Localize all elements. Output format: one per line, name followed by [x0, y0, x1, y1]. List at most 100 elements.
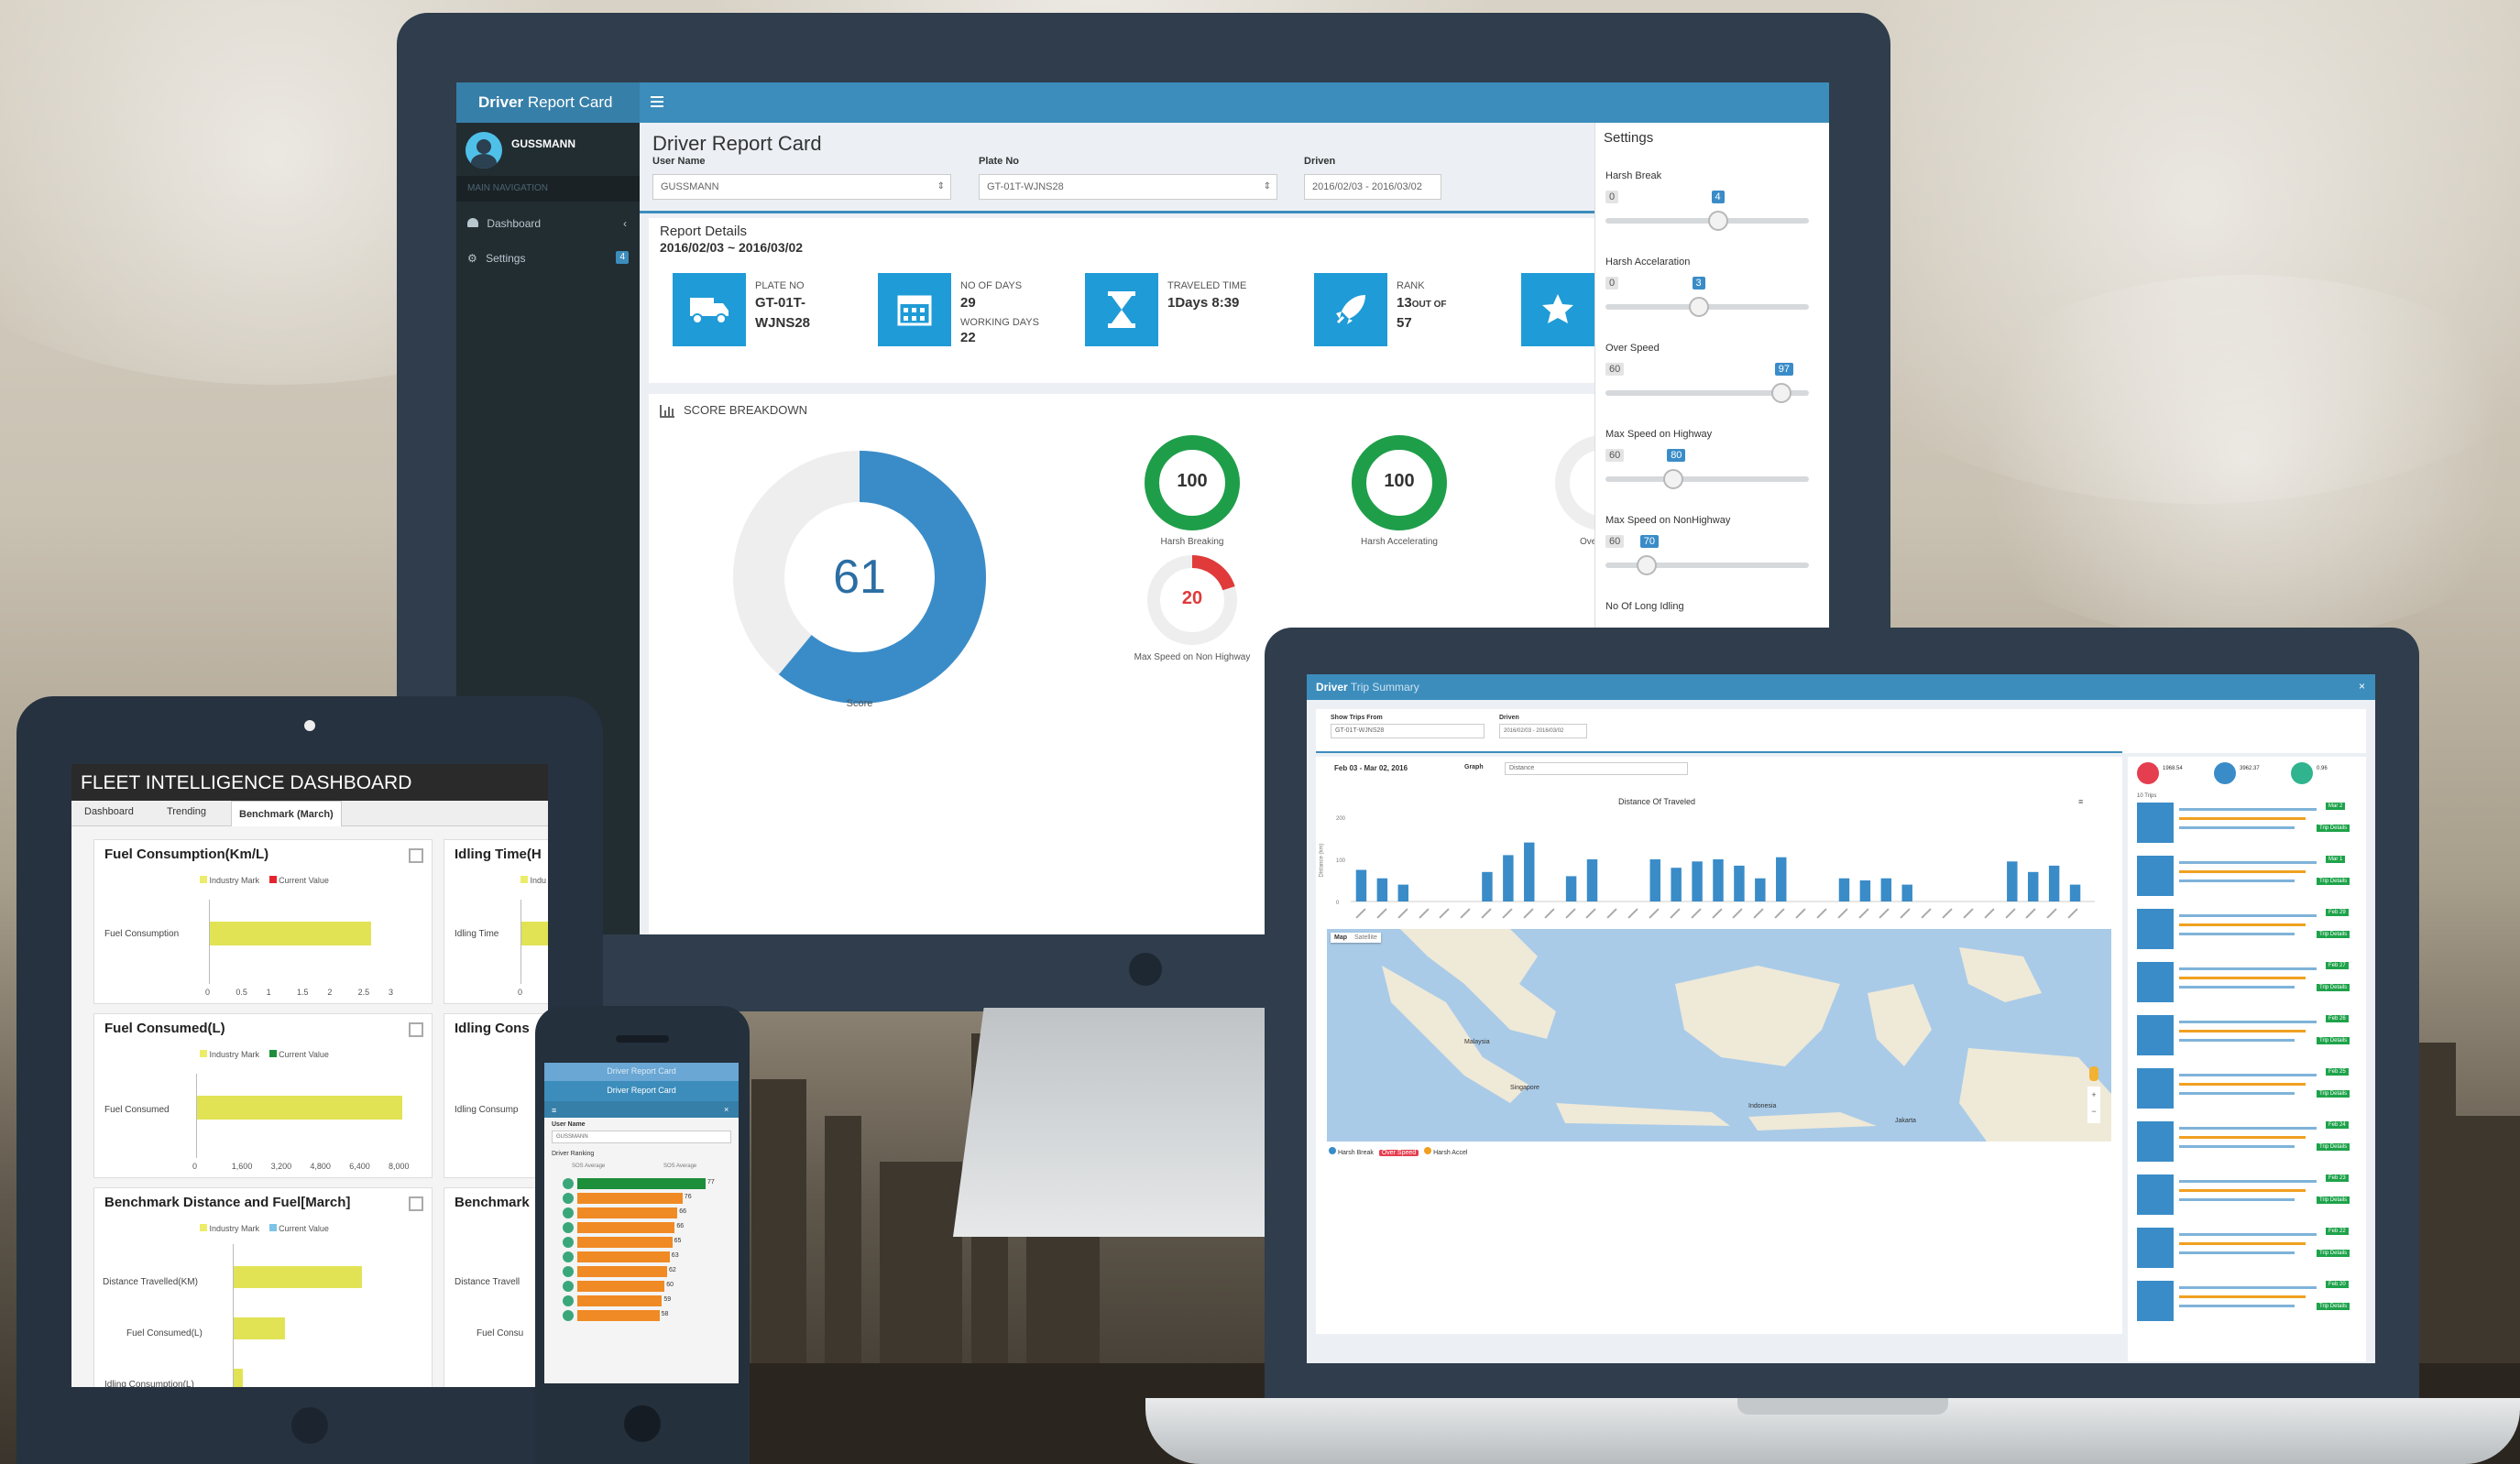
distance-bar[interactable] — [2027, 871, 2039, 901]
chart-row-label: Distance Travell — [455, 1277, 520, 1287]
driven-date-range-input[interactable]: 2016/02/03 - 2016/03/02 — [1304, 174, 1441, 200]
rank-value: 60 — [666, 1282, 674, 1288]
distance-bar[interactable] — [2007, 861, 2018, 901]
slider-track[interactable] — [1605, 476, 1809, 482]
sidebar-item-settings[interactable]: ⚙ Settings 4 — [456, 242, 640, 275]
plate-no-select[interactable]: GT-01T-WJNS28 ⇕ — [979, 174, 1277, 200]
copy-icon[interactable] — [409, 1196, 423, 1211]
settings-list: Harsh Break 0 4 Harsh Accelaration 0 3 Over Sp… — [1594, 170, 1829, 702]
distance-bar[interactable] — [1503, 855, 1514, 901]
rank-bar[interactable] — [577, 1281, 665, 1292]
distance-bar[interactable] — [1671, 868, 1682, 901]
distance-bar[interactable] — [1901, 884, 1912, 901]
chart-bar — [210, 922, 371, 945]
laptop-brand[interactable]: Driver Trip Summary — [1316, 681, 1419, 694]
distance-bar[interactable] — [1692, 861, 1703, 901]
slider-handle[interactable] — [1770, 383, 1791, 403]
trip-details-button[interactable]: Trip Details — [2317, 1037, 2350, 1044]
rank-bar[interactable] — [577, 1237, 673, 1248]
summary-icon-1 — [2137, 762, 2159, 784]
slider-handle[interactable] — [1688, 297, 1709, 317]
stat-working-days-value: 22 — [960, 330, 976, 345]
phone-ranking-list: 77 76 66 66 65 63 62 60 59 58 — [563, 1178, 733, 1343]
trip-details-button[interactable]: Trip Details — [2317, 984, 2350, 991]
distance-bar[interactable] — [1649, 859, 1660, 901]
tab-benchmark[interactable]: Benchmark (March) — [231, 801, 342, 826]
distance-bar[interactable] — [1565, 876, 1577, 901]
rank-bar[interactable] — [577, 1295, 663, 1306]
pegman-icon[interactable] — [2089, 1066, 2098, 1081]
rank-bar[interactable] — [577, 1178, 706, 1189]
distance-bar[interactable] — [1838, 878, 1850, 901]
rank-bar[interactable] — [577, 1266, 667, 1277]
trip-time-box — [2137, 909, 2174, 949]
chart-tick: 1 — [266, 988, 271, 997]
trip-details-button[interactable]: Trip Details — [2317, 878, 2350, 885]
trip-details-button[interactable]: Trip Details — [2317, 1090, 2350, 1098]
date-tick-mark — [1942, 908, 1953, 919]
phone-close-icon[interactable]: × — [724, 1105, 729, 1114]
rank-bar[interactable] — [577, 1207, 678, 1218]
trip-details-button[interactable]: Trip Details — [2317, 825, 2350, 832]
trip-details-button[interactable]: Trip Details — [2317, 1196, 2350, 1204]
laptop-filter-divider — [1316, 751, 2122, 753]
distance-bar[interactable] — [2048, 865, 2060, 901]
distance-bar[interactable] — [1397, 884, 1409, 901]
distance-bar[interactable] — [1880, 878, 1892, 901]
trip-details-button[interactable]: Trip Details — [2317, 1303, 2350, 1310]
rank-bar[interactable] — [577, 1310, 660, 1321]
slider-handle[interactable] — [1707, 211, 1728, 231]
distance-bar[interactable] — [1734, 865, 1745, 901]
rank-bar[interactable] — [577, 1251, 670, 1262]
rank-bar[interactable] — [577, 1222, 675, 1233]
slider-handle[interactable] — [1663, 469, 1684, 489]
map-zoom-controls[interactable]: + − — [2087, 1087, 2100, 1123]
trip-details-button[interactable]: Trip Details — [2317, 1250, 2350, 1257]
distance-bar[interactable] — [1586, 859, 1598, 901]
chart-row-label: Idling Time — [455, 929, 499, 939]
score-label: Score — [846, 698, 873, 709]
laptop-close-icon[interactable]: × — [2359, 680, 2365, 693]
phone-user-select[interactable]: GUSSMANN — [552, 1131, 731, 1143]
graph-select[interactable]: Distance — [1505, 762, 1688, 775]
slider-handle[interactable] — [1636, 555, 1657, 575]
trip-address-line — [2179, 1030, 2306, 1032]
distance-bar[interactable] — [2069, 884, 2081, 901]
distance-bar[interactable] — [1859, 880, 1871, 901]
slider-current-value: 80 — [1667, 449, 1686, 462]
rank-bar[interactable] — [577, 1193, 683, 1204]
stat-rank-value-row: 13OUT OF — [1397, 295, 1446, 311]
trip-details-button[interactable]: Trip Details — [2317, 931, 2350, 938]
copy-icon[interactable] — [409, 848, 423, 863]
tab-trending[interactable]: Trending — [167, 806, 206, 817]
chart-tick: 0.5 — [236, 988, 247, 997]
chart-menu-icon[interactable]: ≡ — [2078, 797, 2083, 806]
laptop-driven-input[interactable]: 2016/02/03 - 2016/03/02 — [1499, 724, 1587, 738]
chart-tick: 8,000 — [389, 1162, 410, 1171]
distance-bar[interactable] — [1524, 842, 1535, 901]
trip-details-button[interactable]: Trip Details — [2317, 1143, 2350, 1151]
phone-menu-icon[interactable]: ≡ — [552, 1106, 556, 1115]
map-tab-satellite[interactable]: Satellite — [1354, 934, 1377, 941]
sidebar-item-dashboard[interactable]: Dashboard ‹ — [456, 207, 640, 240]
distance-bar[interactable] — [1355, 869, 1367, 902]
distance-bar[interactable] — [1376, 878, 1388, 901]
map-type-toggle[interactable]: Map Satellite — [1331, 933, 1381, 943]
map-view[interactable]: Map Satellite Malaysia Singapore Indones… — [1327, 929, 2111, 1142]
distance-bar[interactable] — [1755, 878, 1766, 901]
trips-from-select[interactable]: GT-01T-WJNS28 — [1331, 724, 1485, 738]
report-details-title: Report Details — [660, 224, 748, 239]
copy-icon[interactable] — [409, 1022, 423, 1037]
distance-bar[interactable] — [1776, 857, 1787, 901]
brand-logo[interactable]: Driver Report Card — [456, 82, 640, 123]
hamburger-icon[interactable] — [651, 96, 663, 107]
map-tab-map[interactable]: Map — [1334, 934, 1347, 941]
tab-dashboard[interactable]: Dashboard — [84, 806, 134, 817]
distance-bar[interactable] — [1482, 871, 1493, 901]
chart-row-label: Fuel Consu — [477, 1328, 524, 1338]
user-name-select[interactable]: GUSSMANN ⇕ — [652, 174, 951, 200]
select-arrow-icon: ⇕ — [1263, 181, 1271, 191]
legend-industry-swatch — [520, 876, 528, 883]
distance-bar[interactable] — [1713, 859, 1724, 901]
legend-current-swatch — [268, 1050, 277, 1057]
